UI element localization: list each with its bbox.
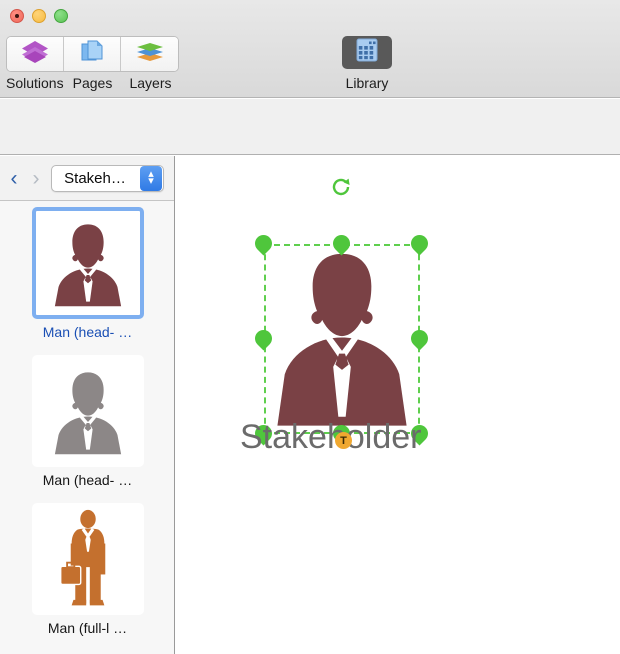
stencil-label-0: Man (head- … (42, 324, 133, 340)
library-grid-icon (356, 38, 378, 67)
solutions-button[interactable] (7, 37, 64, 71)
man-fullbody-icon (59, 509, 105, 606)
stencil-item-1[interactable]: Man (head- … (0, 349, 174, 497)
solutions-icon (20, 40, 50, 69)
stencil-thumb-0 (31, 207, 144, 319)
stencil-label-2: Man (full-l … (47, 620, 128, 636)
library-back-button[interactable]: ‹ (3, 163, 25, 193)
stepper-down-icon: ▾ (148, 175, 154, 187)
solutions-label: Solutions (6, 75, 64, 91)
drawing-canvas[interactable]: Stakeholder T (176, 156, 620, 654)
pages-label: Pages (72, 75, 113, 91)
layers-icon (135, 40, 165, 69)
shape-label[interactable]: Stakeholder (240, 418, 421, 457)
stencil-label-1: Man (head- … (42, 472, 133, 488)
pages-button[interactable] (64, 37, 121, 71)
app-window: Solutions Pages Layers Library ‹ › Stake… (0, 0, 620, 654)
stencil-list[interactable]: Man (head- … Man (head- … Man (full-l … (0, 201, 174, 654)
layers-button[interactable] (121, 37, 178, 71)
library-sidebar: ‹ › Stakeh… ▴ ▾ Man (head- … Man (head- … (0, 156, 175, 654)
rotate-handle[interactable] (330, 176, 352, 198)
stencil-thumb-1 (31, 355, 144, 467)
window-titlebar: Solutions Pages Layers Library (0, 0, 620, 98)
layers-label: Layers (129, 75, 172, 91)
rotate-icon (332, 178, 350, 196)
man-bust-gray-icon (54, 372, 121, 455)
stencil-item-0[interactable]: Man (head- … (0, 201, 174, 349)
library-forward-button[interactable]: › (25, 163, 47, 193)
library-label: Library (345, 75, 389, 91)
toolbar-left-group (6, 36, 179, 72)
pages-icon (79, 39, 105, 70)
library-select-value: Stakeh… (64, 169, 126, 187)
sidebar-header: ‹ › Stakeh… ▴ ▾ (0, 156, 174, 201)
selected-shape[interactable] (251, 231, 432, 446)
stencil-thumb-2 (31, 503, 144, 615)
library-select[interactable]: Stakeh… ▴ ▾ (51, 164, 164, 192)
tools-toolbar: T A (0, 99, 620, 242)
minimize-window-button[interactable] (32, 9, 46, 23)
text-badge[interactable]: T (335, 432, 352, 449)
library-button[interactable] (342, 36, 392, 69)
man-bust-icon (54, 224, 121, 307)
stakeholder-figure (277, 253, 407, 426)
window-controls (10, 9, 68, 23)
library-select-stepper[interactable]: ▴ ▾ (140, 165, 162, 191)
stencil-item-2[interactable]: Man (full-l … (0, 497, 174, 645)
close-window-button[interactable] (10, 9, 24, 23)
maximize-window-button[interactable] (54, 9, 68, 23)
